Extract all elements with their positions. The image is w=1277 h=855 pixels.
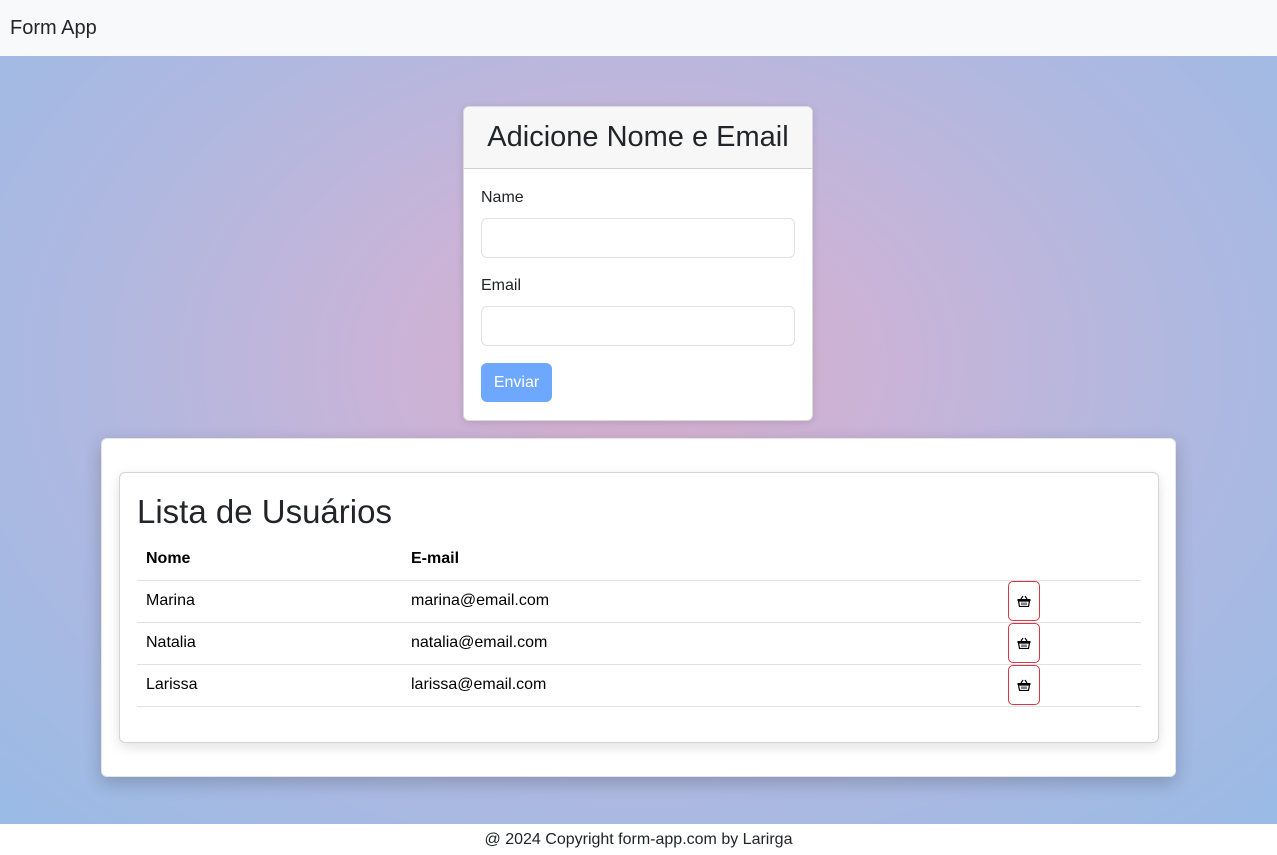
footer: @ 2024 Copyright form-app.com by Larirga (0, 824, 1277, 855)
brand-link[interactable]: Form App (10, 17, 97, 40)
column-header-email: E-mail (402, 538, 1008, 581)
user-name-cell: Marina (137, 580, 402, 623)
user-list-title: Lista de Usuários (137, 493, 392, 530)
users-table: Nome E-mail Marina marina@email.com Nata… (137, 538, 1141, 707)
column-header-actions (1008, 538, 1141, 581)
delete-user-button[interactable] (1008, 665, 1040, 705)
user-email-cell: marina@email.com (402, 580, 1008, 623)
table-row: Marina marina@email.com (137, 580, 1141, 623)
basket-icon (1017, 595, 1031, 607)
name-input[interactable] (481, 218, 795, 258)
navbar: Form App (0, 0, 1277, 56)
user-email-cell: natalia@email.com (402, 622, 1008, 665)
table-row: Natalia natalia@email.com (137, 622, 1141, 665)
user-action-cell (1008, 622, 1141, 665)
user-list-container: Lista de Usuários Nome E-mail Marina mar… (101, 438, 1176, 777)
table-row: Larissa larissa@email.com (137, 664, 1141, 707)
user-list-card: Lista de Usuários Nome E-mail Marina mar… (119, 472, 1159, 743)
name-label: Name (481, 189, 524, 206)
user-name-cell: Natalia (137, 622, 402, 665)
user-action-cell (1008, 580, 1141, 623)
main-area: Adicione Nome e Email Name Email Enviar … (0, 56, 1277, 824)
copyright-text: @ 2024 Copyright form-app.com by Larirga (484, 830, 793, 848)
form-body: Name Email Enviar (464, 169, 812, 402)
delete-user-button[interactable] (1008, 581, 1040, 621)
column-header-name: Nome (137, 538, 402, 581)
submit-button[interactable]: Enviar (481, 363, 552, 402)
delete-user-button[interactable] (1008, 623, 1040, 663)
user-action-cell (1008, 664, 1141, 707)
form-card-header: Adicione Nome e Email (464, 107, 812, 169)
email-label: Email (481, 277, 522, 294)
user-name-cell: Larissa (137, 664, 402, 707)
add-user-form-card: Adicione Nome e Email Name Email Enviar (463, 106, 813, 421)
form-title: Adicione Nome e Email (487, 121, 789, 153)
table-header-row: Nome E-mail (137, 538, 1141, 581)
email-input[interactable] (481, 306, 795, 346)
basket-icon (1017, 637, 1031, 649)
user-email-cell: larissa@email.com (402, 664, 1008, 707)
basket-icon (1017, 679, 1031, 691)
